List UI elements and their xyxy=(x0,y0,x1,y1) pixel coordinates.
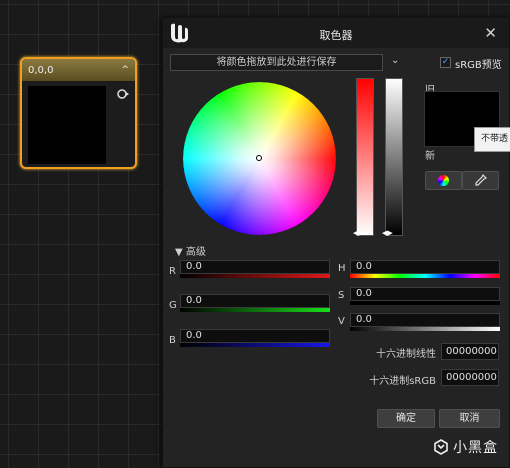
eyedropper-icon xyxy=(475,174,487,186)
g-field[interactable]: 0.0 xyxy=(180,294,330,308)
node-color-swatch xyxy=(28,86,106,164)
channel-label-s: S xyxy=(338,290,345,301)
chevron-down-icon[interactable]: ⌄ xyxy=(391,55,399,66)
channel-label-r: R xyxy=(169,266,176,277)
hex-linear-input[interactable]: 00000000 xyxy=(441,343,499,360)
channel-label-v: V xyxy=(338,316,345,327)
slider-handle-icon[interactable]: ◀▶ xyxy=(382,229,393,237)
color-wheel-cursor[interactable] xyxy=(256,155,262,161)
channel-label-g: G xyxy=(169,300,177,311)
cancel-button[interactable]: 取消 xyxy=(439,409,500,428)
new-color-label: 新 xyxy=(425,151,435,162)
collapse-icon[interactable]: ^ xyxy=(121,65,129,75)
theme-drop-area[interactable]: 将颜色拖放到此处进行保存 xyxy=(170,54,383,71)
dialog-title: 取色器 xyxy=(319,29,353,42)
color-picker-dialog: 取色器 ✕ 将颜色拖放到此处进行保存 ⌄ ✓ sRGB预览 ◀▶ ◀▶ 旧 新 … xyxy=(162,17,510,468)
v-bar[interactable] xyxy=(350,327,500,331)
srgb-preview-label: sRGB预览 xyxy=(455,60,502,71)
hex-srgb-input[interactable]: 00000000 xyxy=(441,369,499,386)
saturation-slider[interactable] xyxy=(356,78,374,236)
g-bar[interactable] xyxy=(180,308,330,312)
color-node[interactable]: 0,0,0 ^ xyxy=(20,57,137,169)
tooltip: 不带透 xyxy=(474,127,510,152)
slider-handle-icon[interactable]: ◀▶ xyxy=(353,229,364,237)
ok-button[interactable]: 确定 xyxy=(377,409,435,428)
srgb-preview-checkbox[interactable]: ✓ xyxy=(440,57,451,68)
v-field[interactable]: 0.0 xyxy=(350,313,500,327)
channel-label-b: B xyxy=(169,335,176,346)
watermark-text: 小黑盒 xyxy=(453,440,498,456)
s-field[interactable]: 0.0 xyxy=(350,287,500,301)
close-button[interactable]: ✕ xyxy=(484,24,497,42)
color-wheel-mode-button[interactable] xyxy=(425,171,462,190)
watermark: 小黑盒 xyxy=(433,437,498,457)
hex-srgb-label: 十六进制sRGB xyxy=(369,376,436,387)
node-header[interactable]: 0,0,0 ^ xyxy=(22,59,135,81)
b-bar[interactable] xyxy=(180,343,330,347)
hex-linear-label: 十六进制线性 xyxy=(376,349,436,360)
value-slider[interactable] xyxy=(385,78,403,236)
output-pin-icon[interactable] xyxy=(117,89,129,99)
node-title: 0,0,0 xyxy=(28,64,54,76)
b-field[interactable]: 0.0 xyxy=(180,329,330,343)
h-field[interactable]: 0.0 xyxy=(350,260,500,274)
h-bar[interactable] xyxy=(350,274,500,278)
r-bar[interactable] xyxy=(180,274,330,278)
color-wheel-icon xyxy=(438,175,449,186)
heybox-logo-icon xyxy=(434,439,448,455)
dialog-titlebar[interactable]: 取色器 ✕ xyxy=(163,18,509,48)
channel-label-h: H xyxy=(338,263,346,274)
eyedropper-button[interactable] xyxy=(462,171,499,190)
r-field[interactable]: 0.0 xyxy=(180,260,330,274)
s-bar[interactable] xyxy=(350,301,500,305)
advanced-toggle[interactable]: ▼ 高级 xyxy=(175,243,206,258)
